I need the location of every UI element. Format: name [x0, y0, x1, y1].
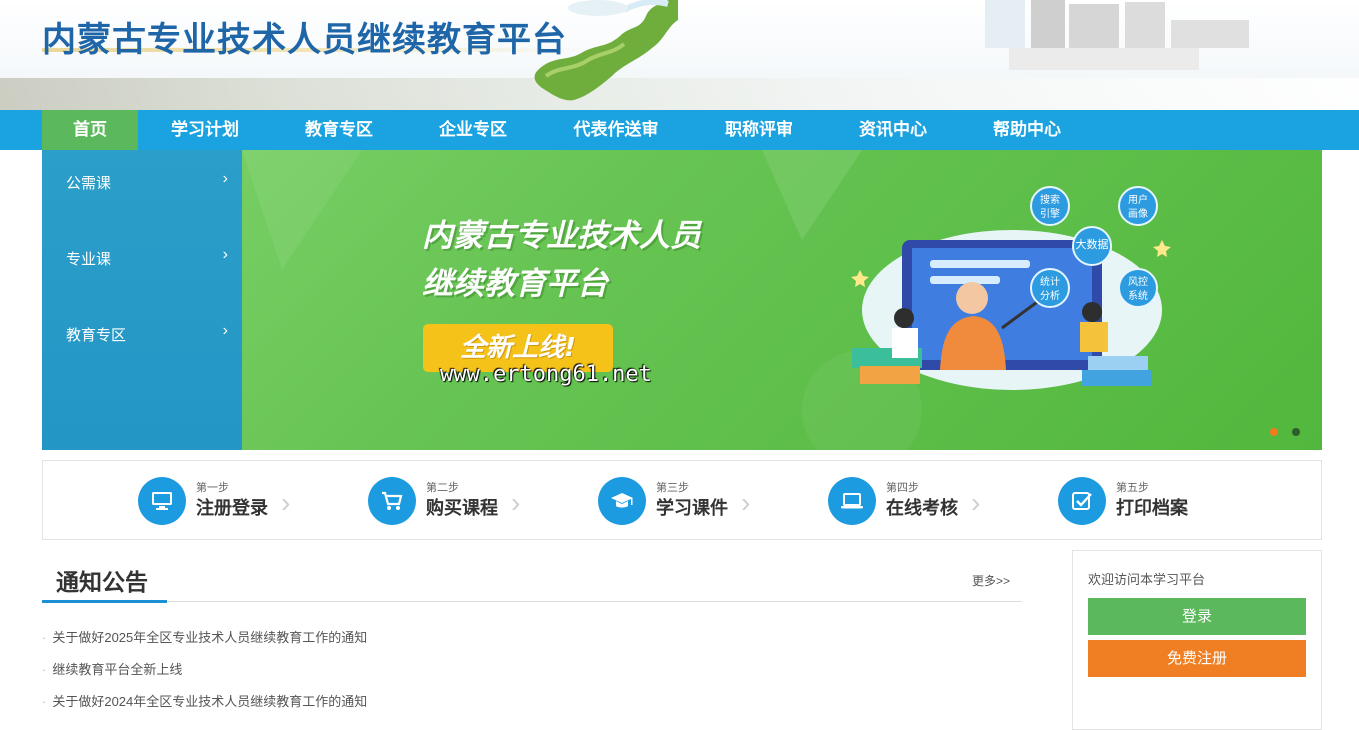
- laptop-icon: [828, 477, 876, 525]
- step-number: 第五步: [1116, 482, 1149, 494]
- notice-item[interactable]: 继续教育平台全新上线: [42, 659, 182, 678]
- nav-item-enterprise-zone[interactable]: 企业专区: [406, 110, 540, 150]
- step-study-courseware[interactable]: 第三步 学习课件 ›: [598, 477, 798, 527]
- more-link[interactable]: 更多>>: [972, 572, 1010, 589]
- step-print-archive[interactable]: 第五步 打印档案: [1058, 477, 1258, 527]
- bubble-statistics: 统计 分析: [1030, 268, 1070, 308]
- notice-title-underline: [42, 600, 167, 603]
- main-nav: 首页 学习计划 教育专区 企业专区 代表作送审 职称评审 资讯中心 帮助中心: [0, 110, 1359, 150]
- notice-item[interactable]: 关于做好2024年全区专业技术人员继续教育工作的通知: [42, 691, 367, 710]
- inner-mongolia-map-graphic: [534, 0, 678, 101]
- nav-item-work-review[interactable]: 代表作送审: [540, 110, 692, 150]
- banner-title: 内蒙古专业技术人员 继续教育平台: [422, 212, 701, 308]
- graduation-cap-icon: [598, 477, 646, 525]
- step-name: 在线考核: [886, 498, 958, 519]
- welcome-text: 欢迎访问本学习平台: [1088, 572, 1206, 587]
- chevron-right-icon: ›: [971, 487, 981, 518]
- chevron-right-icon: ›: [281, 487, 291, 518]
- nav-item-news-center[interactable]: 资讯中心: [826, 110, 960, 150]
- bubble-big-data: 大数据: [1072, 226, 1112, 266]
- side-item-public-course[interactable]: 公需课 ›: [42, 150, 242, 226]
- bubble-risk-control: 风控 系统: [1118, 268, 1158, 308]
- watermark-text: www.ertong61.net: [440, 362, 652, 387]
- header-decor-strip: [0, 78, 1359, 110]
- nav-item-education-zone[interactable]: 教育专区: [272, 110, 406, 150]
- site-title[interactable]: 内蒙古专业技术人员继续教育平台: [42, 12, 567, 61]
- step-number: 第一步: [196, 482, 229, 494]
- process-steps: 第一步 注册登录 › 第二步 购买课程 › 第三步 学习课件 › 第四步 在线考…: [42, 460, 1322, 540]
- chevron-right-icon: ›: [222, 246, 228, 263]
- course-side-menu: 公需课 › 专业课 › 教育专区 ›: [42, 150, 242, 450]
- slide-dot-2[interactable]: [1292, 428, 1300, 436]
- monitor-icon: [138, 477, 186, 525]
- side-item-label: 公需课: [66, 174, 112, 192]
- notice-section: 通知公告 更多>> 关于做好2025年全区专业技术人员继续教育工作的通知 继续教…: [42, 555, 1022, 720]
- notice-item[interactable]: 关于做好2025年全区专业技术人员继续教育工作的通知: [42, 627, 367, 646]
- banner-pagination: [1270, 428, 1300, 436]
- step-online-exam[interactable]: 第四步 在线考核 ›: [828, 477, 1028, 527]
- nav-item-study-plan[interactable]: 学习计划: [138, 110, 272, 150]
- step-name: 注册登录: [196, 498, 268, 519]
- chevron-right-icon: ›: [741, 487, 751, 518]
- step-buy-course[interactable]: 第二步 购买课程 ›: [368, 477, 568, 527]
- side-item-education-zone[interactable]: 教育专区 ›: [42, 302, 242, 378]
- step-number: 第四步: [886, 482, 919, 494]
- nav-item-help-center[interactable]: 帮助中心: [960, 110, 1094, 150]
- chevron-right-icon: ›: [222, 170, 228, 187]
- notice-title: 通知公告: [56, 570, 148, 596]
- hero-banner: 公需课 › 专业课 › 教育专区 › 内蒙古专业技术人员 继续教育平台 全新上线…: [42, 150, 1322, 450]
- slide-dot-1[interactable]: [1270, 428, 1278, 436]
- step-name: 学习课件: [656, 498, 728, 519]
- login-panel: 欢迎访问本学习平台 登录 免费注册: [1072, 550, 1322, 730]
- site-header: 内蒙古专业技术人员继续教育平台: [0, 0, 1359, 110]
- nav-item-home[interactable]: 首页: [42, 110, 138, 150]
- blurred-header-graphic: [985, 0, 1250, 72]
- chevron-right-icon: ›: [222, 322, 228, 339]
- notice-divider: [42, 601, 1022, 602]
- step-name: 打印档案: [1116, 498, 1188, 519]
- checkbox-icon: [1058, 477, 1106, 525]
- bubble-user-portrait: 用户 画像: [1118, 186, 1158, 226]
- chevron-right-icon: ›: [511, 487, 521, 518]
- nav-item-title-review[interactable]: 职称评审: [692, 110, 826, 150]
- side-item-label: 教育专区: [66, 326, 127, 344]
- bubble-search-engine: 搜索 引擎: [1030, 186, 1070, 226]
- side-item-professional-course[interactable]: 专业课 ›: [42, 226, 242, 302]
- step-number: 第三步: [656, 482, 689, 494]
- banner-title-line2: 继续教育平台: [422, 266, 608, 302]
- register-button[interactable]: 免费注册: [1088, 640, 1306, 677]
- step-register-login[interactable]: 第一步 注册登录 ›: [138, 477, 338, 527]
- cart-icon: [368, 477, 416, 525]
- banner-title-line1: 内蒙古专业技术人员: [422, 218, 701, 254]
- side-item-label: 专业课: [66, 250, 112, 268]
- login-button[interactable]: 登录: [1088, 598, 1306, 635]
- step-name: 购买课程: [426, 498, 498, 519]
- step-number: 第二步: [426, 482, 459, 494]
